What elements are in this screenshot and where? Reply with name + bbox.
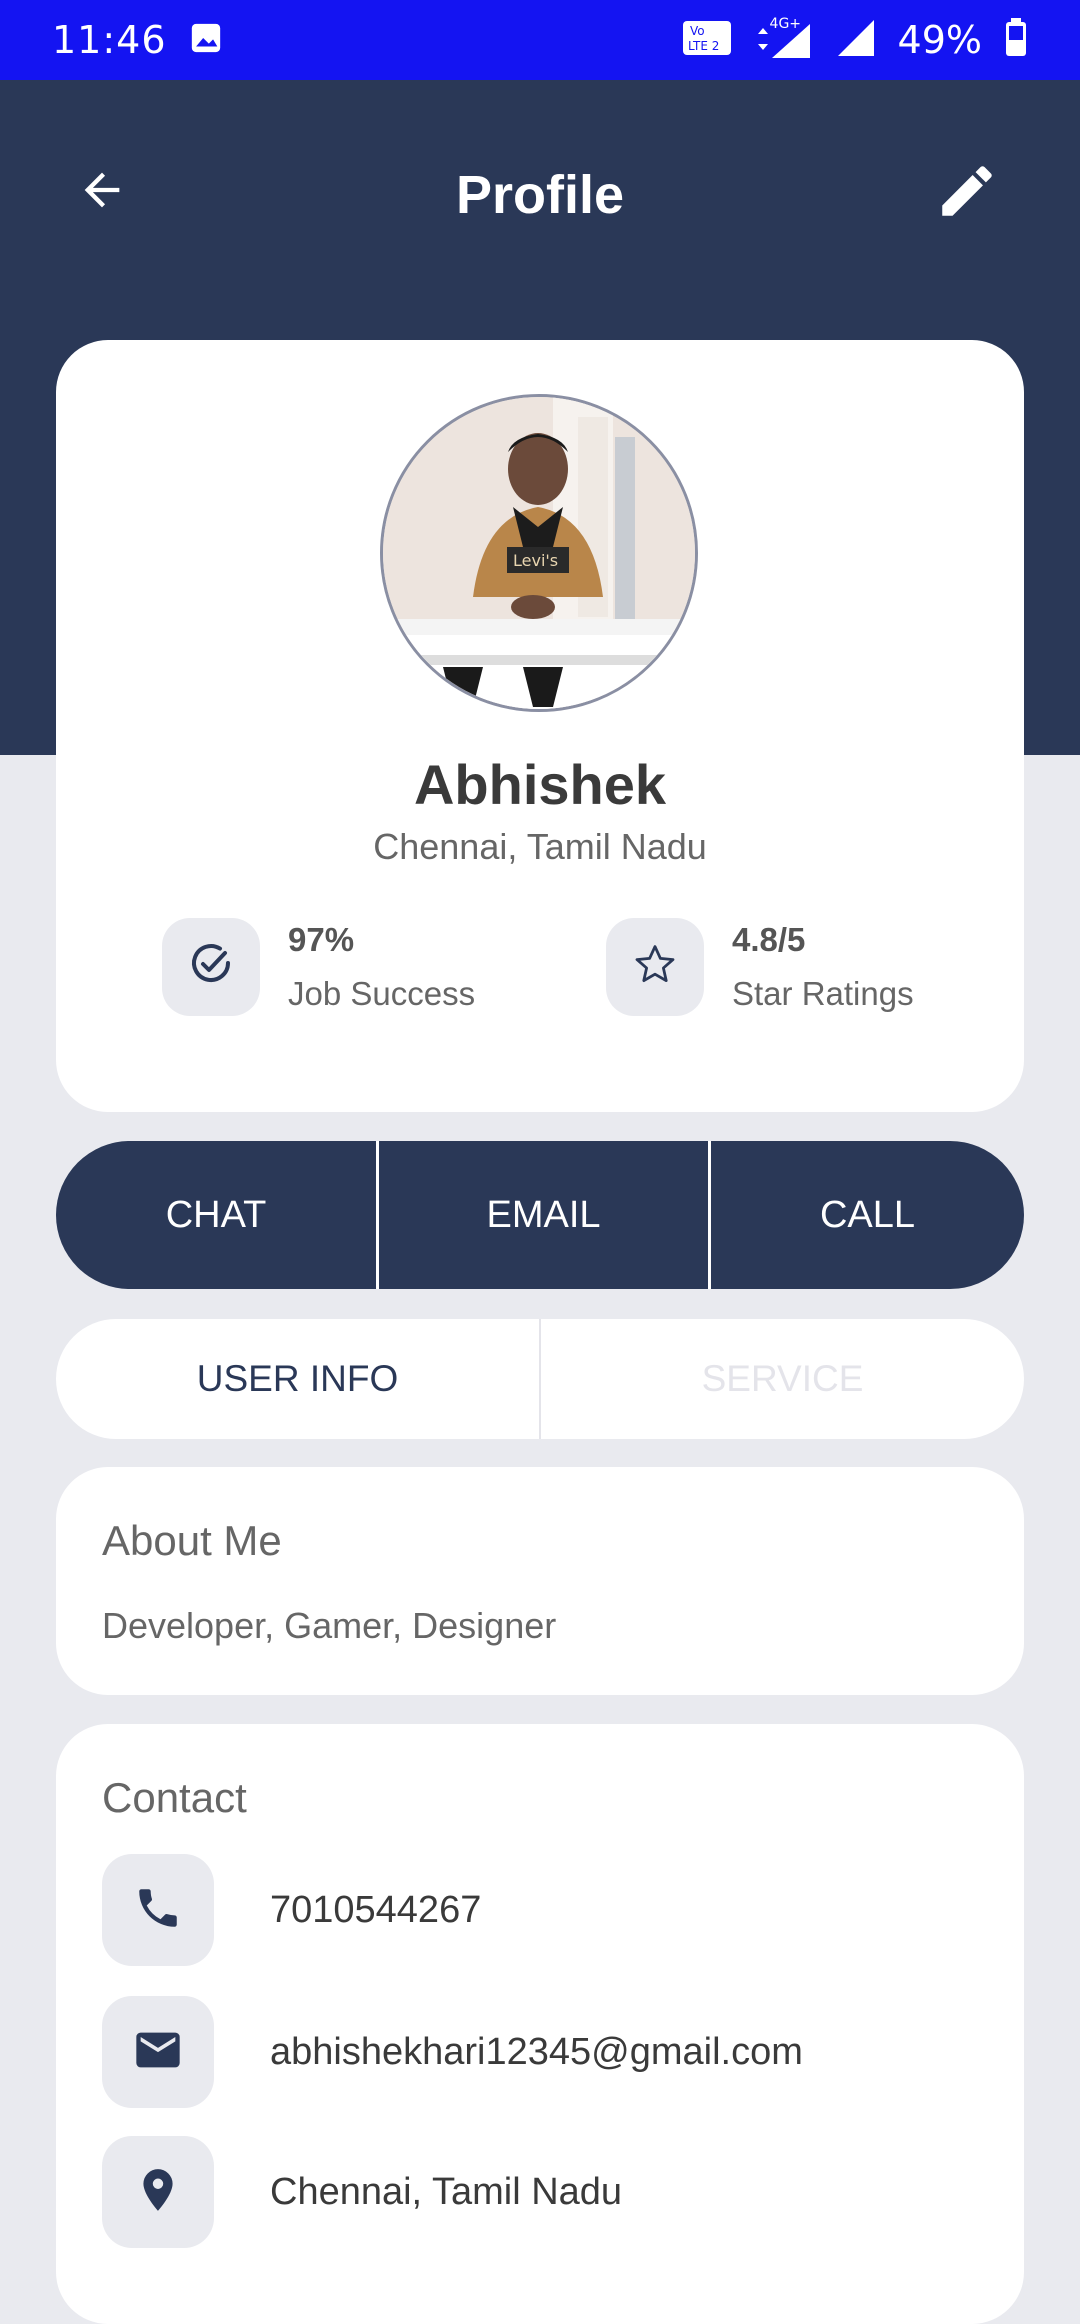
chat-button[interactable]: CHAT bbox=[56, 1141, 376, 1289]
page-title: Profile bbox=[455, 165, 625, 225]
battery-icon bbox=[1004, 18, 1028, 62]
profile-location: Chennai, Tamil Nadu bbox=[373, 826, 707, 867]
contact-phone: 7010544267 bbox=[270, 1888, 482, 1931]
contact-phone-row[interactable]: 7010544267 bbox=[102, 1854, 481, 1966]
pencil-icon bbox=[934, 158, 1000, 229]
edit-profile-button[interactable] bbox=[932, 158, 1002, 228]
about-text: Developer, Gamer, Designer bbox=[102, 1605, 557, 1646]
location-pin-icon bbox=[133, 2165, 183, 2220]
email-icon bbox=[132, 2024, 184, 2081]
tab-service[interactable]: SERVICE bbox=[541, 1319, 1024, 1439]
job-success-label: Job Success bbox=[288, 975, 476, 1012]
status-time: 11:46 bbox=[52, 18, 167, 62]
contact-location-row[interactable]: Chennai, Tamil Nadu bbox=[102, 2136, 622, 2248]
action-bar: CHAT EMAIL CALL bbox=[56, 1141, 1024, 1289]
contact-icon-box bbox=[102, 1996, 214, 2108]
svg-text:LTE 2: LTE 2 bbox=[688, 39, 719, 53]
star-ratings-value: 4.8/5 bbox=[732, 921, 806, 958]
signal-4g-icon: 4G+ bbox=[754, 16, 814, 60]
contact-email: abhishekhari12345@gmail.com bbox=[270, 2030, 803, 2073]
star-ratings-label: Star Ratings bbox=[732, 975, 914, 1012]
signal-icon bbox=[836, 18, 876, 62]
contact-card: Contact 7010544267 abhishekhari12345@gma… bbox=[56, 1724, 1024, 2324]
call-button[interactable]: CALL bbox=[711, 1141, 1024, 1289]
tab-user-info[interactable]: USER INFO bbox=[56, 1319, 539, 1439]
svg-text:Vo: Vo bbox=[690, 24, 705, 38]
stat-star-ratings: 4.8/5 Star Ratings bbox=[606, 918, 914, 1016]
contact-email-row[interactable]: abhishekhari12345@gmail.com bbox=[102, 1996, 803, 2108]
stat-icon-box bbox=[162, 918, 260, 1016]
star-icon bbox=[631, 941, 679, 994]
profile-name: Abhishek bbox=[413, 753, 667, 816]
network-type-label: 4G+ bbox=[769, 16, 802, 32]
check-circle-icon bbox=[187, 941, 235, 994]
phone-icon bbox=[133, 1883, 183, 1938]
profile-card: Levi's Abhishek Chennai, Tamil Nadu 97% … bbox=[56, 340, 1024, 1112]
stat-job-success: 97% Job Success bbox=[162, 918, 475, 1016]
contact-icon-box bbox=[102, 2136, 214, 2248]
stat-icon-box bbox=[606, 918, 704, 1016]
hoodie-logo: Levi's bbox=[513, 551, 558, 570]
contact-location: Chennai, Tamil Nadu bbox=[270, 2170, 623, 2213]
volte-icon: Vo LTE 2 bbox=[682, 20, 732, 60]
about-card: About Me Developer, Gamer, Designer bbox=[56, 1467, 1024, 1695]
contact-title: Contact bbox=[102, 1774, 247, 1821]
about-title: About Me bbox=[102, 1517, 282, 1564]
status-bar: 11:46 Vo LTE 2 4G+ 49% bbox=[0, 0, 1080, 80]
job-success-value: 97% bbox=[288, 921, 355, 958]
avatar[interactable]: Levi's bbox=[380, 394, 698, 712]
image-icon bbox=[189, 21, 223, 59]
app-bar: Profile bbox=[0, 80, 1080, 310]
contact-icon-box bbox=[102, 1854, 214, 1966]
email-button[interactable]: EMAIL bbox=[379, 1141, 708, 1289]
battery-percent: 49% bbox=[897, 18, 982, 62]
tab-bar: USER INFO SERVICE bbox=[56, 1319, 1024, 1439]
